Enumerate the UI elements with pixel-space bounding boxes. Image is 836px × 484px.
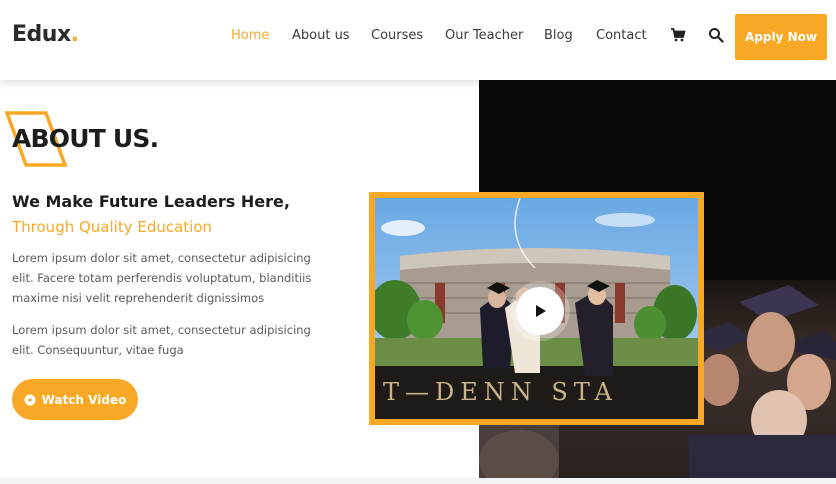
site-header: Edux. Home About us Courses Our Teacher …	[0, 0, 836, 80]
nav-item-blog[interactable]: Blog	[544, 28, 573, 43]
section-divider	[0, 478, 836, 484]
video-card: T—DENN STA	[369, 192, 704, 425]
about-title: ABOUT US.	[12, 124, 159, 153]
stone-sign-text: T—DENN STA	[383, 378, 618, 406]
about-paragraph-2: Lorem ipsum dolor sit amet, consectetur …	[12, 323, 311, 357]
play-circle-icon	[24, 394, 36, 405]
cart-icon[interactable]	[670, 27, 686, 43]
nav-item-home[interactable]: Home	[231, 28, 269, 43]
play-icon	[536, 305, 546, 317]
apply-now-button[interactable]: Apply Now	[735, 14, 827, 60]
nav-item-contact[interactable]: Contact	[596, 28, 647, 43]
search-icon[interactable]	[708, 27, 724, 43]
about-subtitle-leaders: We Make Future Leaders Here,	[12, 192, 290, 211]
nav-item-about-us[interactable]: About us	[292, 28, 350, 43]
about-subtitle-education: Through Quality Education	[12, 218, 213, 236]
video-play-button[interactable]	[516, 287, 564, 335]
about-paragraph-1: Lorem ipsum dolor sit amet, consectetur …	[12, 251, 312, 305]
nav-item-courses[interactable]: Courses	[371, 28, 423, 43]
video-thumbnail[interactable]: T—DENN STA	[375, 198, 698, 419]
watch-video-button[interactable]: Watch Video	[12, 379, 138, 420]
nav-item-our-teacher[interactable]: Our Teacher	[445, 28, 523, 43]
watch-video-label: Watch Video	[41, 392, 127, 407]
